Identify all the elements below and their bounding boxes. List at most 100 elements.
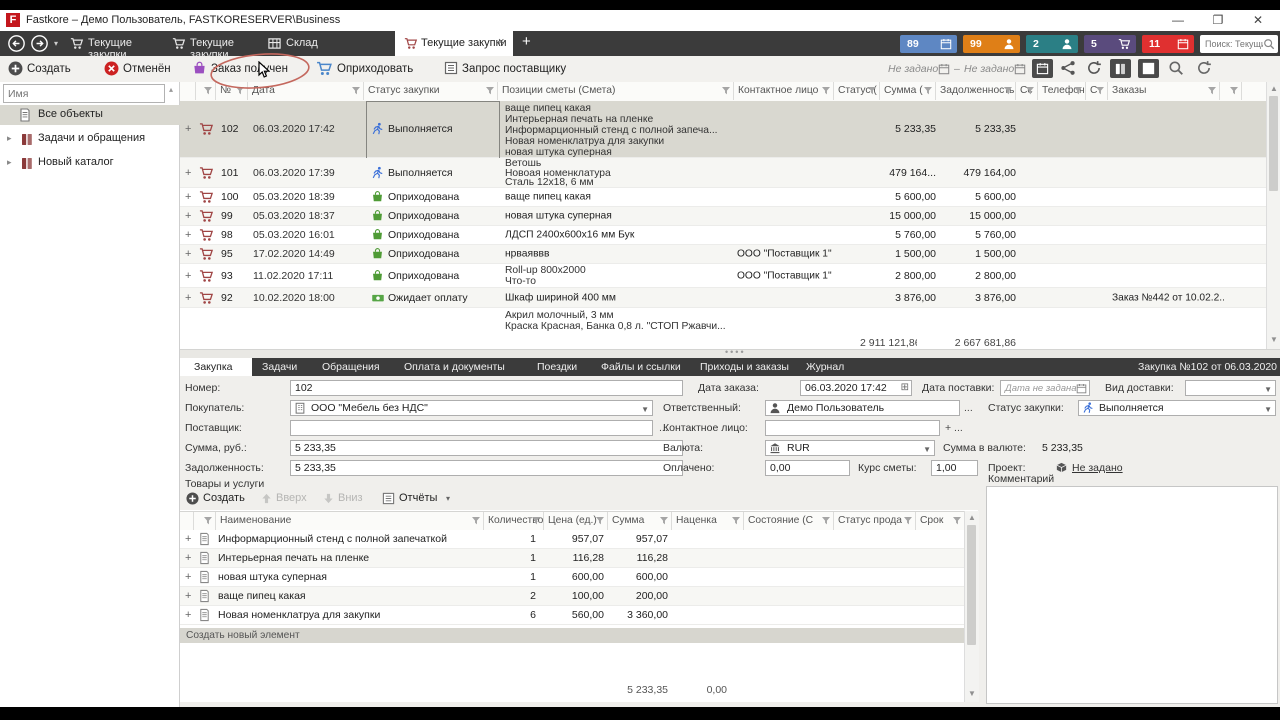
scrollbar-thumb[interactable]	[1269, 96, 1278, 191]
detail-tab-payment-docs[interactable]: Оплата и документы	[404, 361, 505, 373]
filter-icon[interactable]	[352, 87, 360, 95]
goods-col-sale-status[interactable]: Статус прода	[834, 512, 916, 530]
forward-icon[interactable]	[31, 35, 48, 52]
expand-icon[interactable]: +	[185, 270, 191, 282]
filter-icon[interactable]	[722, 87, 730, 95]
filter-icon[interactable]	[732, 517, 740, 525]
filter-icon[interactable]	[204, 517, 212, 525]
table-row[interactable]: + 101 06.03.2020 17:39 Выполняется Ветош…	[180, 158, 1266, 188]
table-scrollbar[interactable]: ▲ ▼	[1266, 82, 1280, 350]
expand-icon[interactable]: +	[185, 210, 191, 222]
filter-icon[interactable]	[596, 517, 604, 525]
minimize-button[interactable]: —	[1158, 10, 1198, 31]
back-icon[interactable]	[8, 35, 25, 52]
nav-dropdown-icon[interactable]: ▾	[54, 39, 58, 48]
table-row[interactable]: + 102 06.03.2020 17:42 Выполняется ваще …	[180, 101, 1266, 159]
plus-circle-icon[interactable]	[186, 492, 199, 505]
expand-icon[interactable]: +	[185, 248, 191, 260]
badge-person-teal[interactable]: 2	[1026, 35, 1078, 53]
column-header-contact[interactable]: Контактное лицо	[734, 82, 834, 100]
delivery-date-field[interactable]: Дата не задана	[1000, 380, 1090, 396]
filter-icon[interactable]	[904, 517, 912, 525]
expand-chevron-icon[interactable]: ▸	[7, 157, 12, 168]
column-header-orders[interactable]: Заказы	[1108, 82, 1220, 100]
tab-purchases-1[interactable]: Текущие закупки	[68, 31, 160, 61]
filter-icon[interactable]	[1230, 87, 1238, 95]
table-row[interactable]: + 99 05.03.2020 18:37 Оприходована новая…	[180, 207, 1266, 226]
filter-icon[interactable]	[660, 517, 668, 525]
scrollbar-thumb[interactable]	[967, 525, 976, 645]
goods-new-item-row[interactable]: Создать новый элемент	[180, 628, 964, 643]
column-header-phone[interactable]: Телефон	[1038, 82, 1086, 100]
order-date-field[interactable]: 06.03.2020 17:42 ⊞	[800, 380, 912, 396]
expand-icon[interactable]: +	[185, 609, 191, 621]
expand-icon[interactable]: +	[185, 191, 191, 203]
capitalize-button[interactable]: Оприходовать	[316, 56, 440, 82]
detail-tab-tasks[interactable]: Задачи	[262, 361, 297, 373]
tab-purchases-active[interactable]: Текущие закупки ×	[395, 31, 513, 56]
table-row[interactable]: + 93 11.02.2020 17:11 Оприходована Roll-…	[180, 264, 1266, 288]
table-row[interactable]: + 92 10.02.2020 18:00 Ожидает оплату Шка…	[180, 288, 1266, 308]
detail-tab-purchase[interactable]: Закупка	[180, 358, 252, 376]
expand-icon[interactable]: +	[185, 571, 191, 583]
expand-icon[interactable]: +	[185, 552, 191, 564]
goods-col-term[interactable]: Срок	[916, 512, 964, 530]
currency-select[interactable]: RUR ▼	[765, 440, 935, 456]
refresh-icon[interactable]	[1196, 60, 1212, 76]
number-field[interactable]: 102	[290, 380, 683, 396]
create-button[interactable]: Создать	[6, 56, 96, 82]
goods-col-price[interactable]: Цена (ед.)	[544, 512, 608, 530]
filter-icon[interactable]	[822, 87, 830, 95]
expand-icon[interactable]: +	[185, 590, 191, 602]
debt-field[interactable]: 5 233,35	[290, 460, 683, 476]
calendar-icon[interactable]	[1014, 63, 1026, 75]
badge-person-orange[interactable]: 99	[963, 35, 1020, 53]
column-header-positions[interactable]: Позиции сметы (Смета)	[498, 82, 734, 100]
goods-row[interactable]: + новая штука суперная 1 600,00 600,00	[180, 568, 964, 587]
detail-tab-trips[interactable]: Поездки	[537, 361, 577, 373]
sum-rub-field[interactable]: 5 233,35	[290, 440, 683, 456]
recycle-icon[interactable]	[1060, 60, 1076, 76]
goods-col-sum[interactable]: Сумма	[608, 512, 672, 530]
goods-row[interactable]: + Новая номенклатруа для закупки 6 560,0…	[180, 606, 964, 625]
chevron-down-icon[interactable]: ▼	[641, 405, 649, 414]
calendar-report-button[interactable]	[1032, 59, 1053, 78]
search-box[interactable]	[1200, 35, 1278, 53]
expand-icon[interactable]: +	[185, 292, 191, 304]
splitter-grip[interactable]: ••••	[725, 347, 746, 357]
move-up-icon[interactable]	[260, 492, 273, 505]
scroll-up-icon[interactable]: ▲	[968, 513, 976, 522]
new-tab-button[interactable]: +	[522, 33, 531, 50]
notes-button[interactable]	[1138, 59, 1159, 78]
estimate-rate-field[interactable]: 1,00	[931, 460, 978, 476]
search-icon[interactable]	[1263, 38, 1275, 50]
detail-tab-files-links[interactable]: Файлы и ссылки	[601, 361, 681, 373]
sidebar-item-new-catalog[interactable]: ▸ Новый каталог	[0, 153, 180, 173]
goods-col-state[interactable]: Состояние (С	[744, 512, 834, 530]
chevron-down-icon[interactable]: ▼	[923, 445, 931, 454]
column-header-c[interactable]: С	[1086, 82, 1108, 100]
date-to-filter[interactable]: Не задано	[964, 63, 1014, 75]
col-type[interactable]	[194, 512, 216, 530]
badge-calendar-blue[interactable]: 89	[900, 35, 957, 53]
search-input[interactable]	[1203, 36, 1265, 52]
expand-icon[interactable]: +	[185, 167, 191, 179]
tab-close-icon[interactable]: ×	[498, 36, 504, 48]
goods-row[interactable]: + Информарционный стенд с полной запечат…	[180, 530, 964, 549]
column-header-debt[interactable]: Задолженность	[936, 82, 1016, 100]
date-from-filter[interactable]: Не задано	[888, 63, 938, 75]
table-row-partial[interactable]: Акрил молочный, 3 мм Краска Красная, Банк…	[180, 308, 1266, 336]
badge-cart-purple[interactable]: 5	[1084, 35, 1136, 53]
date-picker-icon[interactable]: ⊞	[901, 382, 909, 393]
detail-tab-appeals[interactable]: Обращения	[322, 361, 380, 373]
expand-chevron-icon[interactable]: ▸	[7, 133, 12, 144]
detail-tab-receipts-orders[interactable]: Приходы и заказы	[700, 361, 789, 373]
chevron-down-icon[interactable]: ▾	[446, 494, 450, 503]
expand-icon[interactable]: +	[185, 229, 191, 241]
column-header-status[interactable]: Статус закупки	[364, 82, 498, 100]
goods-row[interactable]: + ваще пипец какая 2 100,00 200,00	[180, 587, 964, 606]
buyer-select[interactable]: ООО "Мебель без НДС" ▼	[290, 400, 653, 416]
responsible-more-button[interactable]: ...	[964, 402, 973, 414]
filter-icon[interactable]	[1208, 87, 1216, 95]
table-row[interactable]: + 95 17.02.2020 14:49 Оприходована нрвая…	[180, 245, 1266, 264]
